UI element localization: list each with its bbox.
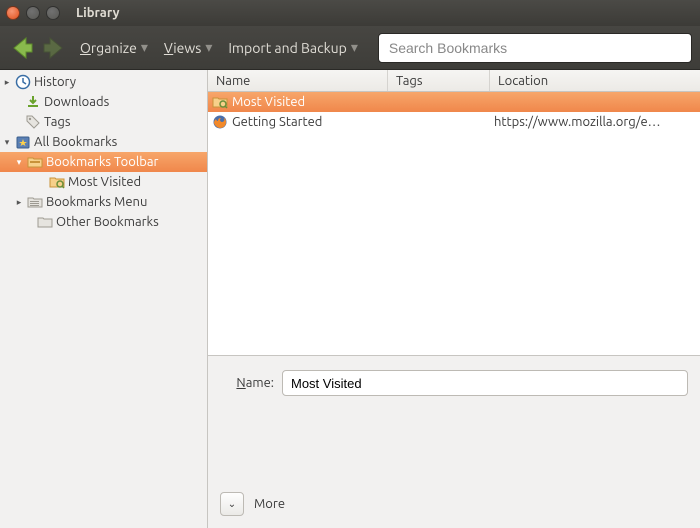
chevron-down-icon: ⌄ (228, 498, 236, 510)
window-maximize-icon[interactable] (46, 6, 60, 20)
expander-icon[interactable] (12, 97, 22, 107)
sidebar-item-bookmarks-menu[interactable]: ▸ Bookmarks Menu (0, 192, 207, 212)
tag-icon (25, 114, 41, 130)
clock-icon (15, 74, 31, 90)
menu-views[interactable]: Views ▾ (164, 39, 212, 56)
column-tags[interactable]: Tags (388, 70, 490, 91)
folder-other-icon (37, 214, 53, 230)
expander-icon[interactable]: ▸ (14, 197, 24, 207)
sidebar-item-label: History (34, 75, 76, 89)
toolbar: Organize ▾ Views ▾ Import and Backup ▾ (0, 26, 700, 70)
sidebar-item-label: Other Bookmarks (56, 215, 159, 229)
name-input[interactable] (282, 370, 688, 396)
column-location[interactable]: Location (490, 70, 700, 91)
window-close-icon[interactable] (6, 6, 20, 20)
sidebar-item-label: Downloads (44, 95, 109, 109)
sidebar-item-bookmarks-toolbar[interactable]: ▾ Bookmarks Toolbar (0, 152, 207, 172)
expander-icon[interactable] (36, 177, 46, 187)
more-toggle-button[interactable]: ⌄ (220, 492, 244, 516)
cell-location: https://www.mozilla.org/e… (490, 115, 700, 129)
nav-forward-button[interactable] (40, 34, 68, 62)
title-bar: Library (0, 0, 700, 26)
expander-icon[interactable]: ▾ (2, 137, 12, 147)
list-row[interactable]: Most Visited (208, 92, 700, 112)
sidebar-item-label: Most Visited (68, 175, 141, 189)
window-minimize-icon[interactable] (26, 6, 40, 20)
list-body: Most Visited Getting Started https://www.m… (208, 92, 700, 356)
sidebar-item-label: Bookmarks Toolbar (46, 155, 158, 169)
name-field-row: Name: (220, 370, 688, 396)
folder-toolbar-icon (27, 154, 43, 170)
sidebar-item-history[interactable]: ▸ History (0, 72, 207, 92)
menu-import-backup[interactable]: Import and Backup ▾ (228, 39, 358, 56)
more-label: More (254, 497, 285, 511)
more-row: ⌄ More (220, 492, 285, 516)
sidebar-item-other-bookmarks[interactable]: Other Bookmarks (0, 212, 207, 232)
sidebar-item-label: All Bookmarks (34, 135, 117, 149)
cell-name: Most Visited (208, 94, 388, 110)
main-area: ▸ History Downloads Tags ▾ All Bookmarks ▾ Book… (0, 70, 700, 528)
sidebar-item-tags[interactable]: Tags (0, 112, 207, 132)
expander-icon[interactable]: ▾ (14, 157, 24, 167)
smart-folder-icon (49, 174, 65, 190)
expander-icon[interactable] (12, 117, 22, 127)
search-wrap (378, 33, 692, 63)
content-pane: Name Tags Location Most Visited Getting S… (208, 70, 700, 528)
sidebar-item-most-visited-side[interactable]: Most Visited (0, 172, 207, 192)
list-header: Name Tags Location (208, 70, 700, 92)
sidebar-item-all-bookmarks[interactable]: ▾ All Bookmarks (0, 132, 207, 152)
nav-back-button[interactable] (8, 34, 36, 62)
smart-folder-icon (212, 94, 228, 110)
menu-organize[interactable]: Organize ▾ (80, 39, 148, 56)
expander-icon[interactable] (24, 217, 34, 227)
list-row[interactable]: Getting Started https://www.mozilla.org/e… (208, 112, 700, 132)
bookmark-all-icon (15, 134, 31, 150)
window-title: Library (76, 6, 119, 20)
download-icon (25, 94, 41, 110)
name-label: Name: (220, 376, 274, 390)
chevron-down-icon: ▾ (141, 39, 148, 56)
sidebar-item-label: Bookmarks Menu (46, 195, 147, 209)
details-pane: Name: ⌄ More (208, 356, 700, 528)
sidebar-item-label: Tags (44, 115, 71, 129)
firefox-icon (212, 114, 228, 130)
chevron-down-icon: ▾ (351, 39, 358, 56)
expander-icon[interactable]: ▸ (2, 77, 12, 87)
column-name[interactable]: Name (208, 70, 388, 91)
sidebar: ▸ History Downloads Tags ▾ All Bookmarks ▾ Book… (0, 70, 208, 528)
search-input[interactable] (378, 33, 692, 63)
sidebar-item-downloads[interactable]: Downloads (0, 92, 207, 112)
cell-name: Getting Started (208, 114, 388, 130)
folder-menu-icon (27, 194, 43, 210)
chevron-down-icon: ▾ (205, 39, 212, 56)
